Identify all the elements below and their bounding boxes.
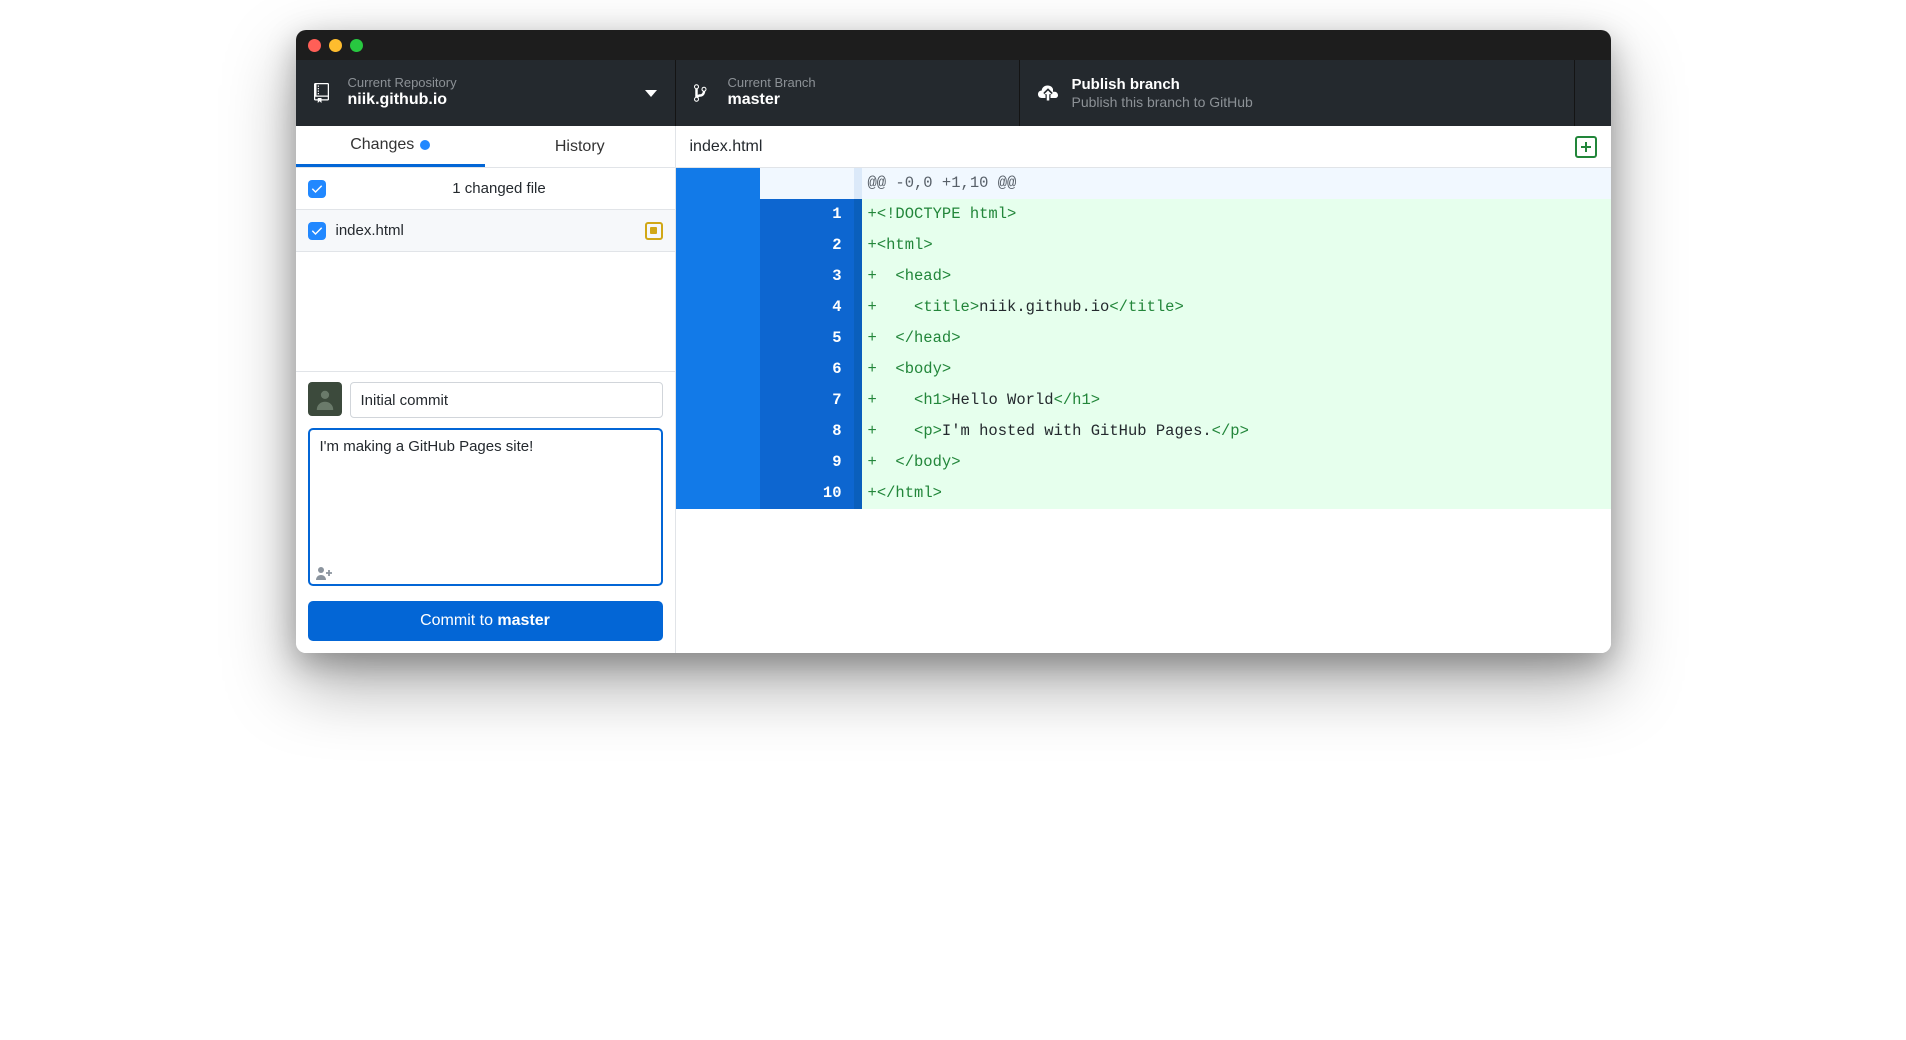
diff-line[interactable]: 4 + <title>niik.github.io</title> [676, 292, 1611, 323]
publish-subtitle: Publish this branch to GitHub [1072, 94, 1253, 111]
line-number: 9 [760, 447, 854, 478]
commit-button-prefix: Commit to [420, 612, 497, 629]
code-content: +</html> [862, 478, 1611, 509]
diff-body: @@ -0,0 +1,10 @@ 1 +<!DOCTYPE html> 2 +<htm… [676, 168, 1611, 509]
commit-panel: I'm making a GitHub Pages site! Commit t… [296, 371, 675, 653]
tab-changes[interactable]: Changes [296, 126, 486, 167]
diff-line[interactable]: 1 +<!DOCTYPE html> [676, 199, 1611, 230]
toolbar-end [1575, 60, 1611, 126]
publish-title: Publish branch [1072, 75, 1253, 95]
diff-hunk-header: @@ -0,0 +1,10 @@ [676, 168, 1611, 199]
file-checkbox[interactable] [308, 222, 326, 240]
sidebar: Changes History 1 changed file index.htm… [296, 126, 676, 653]
close-window-button[interactable] [308, 39, 321, 52]
line-number: 2 [760, 230, 854, 261]
commit-button[interactable]: Commit to master [308, 601, 663, 641]
diff-line[interactable]: 8 + <p>I'm hosted with GitHub Pages.</p> [676, 416, 1611, 447]
file-row[interactable]: index.html [296, 210, 675, 252]
code-content: +<!DOCTYPE html> [862, 199, 1611, 230]
repository-name: niik.github.io [348, 90, 457, 111]
commit-button-branch: master [497, 612, 549, 629]
code-content: +<html> [862, 230, 1611, 261]
diff-view: index.html @@ -0,0 +1,10 @@ 1 +<!DOCTYPE … [676, 126, 1611, 653]
line-number: 7 [760, 385, 854, 416]
diff-line[interactable]: 9 + </body> [676, 447, 1611, 478]
chevron-down-icon [645, 90, 657, 97]
changed-files-count: 1 changed file [336, 180, 663, 197]
branch-name: master [728, 90, 816, 111]
repository-icon [314, 83, 334, 103]
diff-filename: index.html [690, 138, 763, 156]
diff-line[interactable]: 5 + </head> [676, 323, 1611, 354]
diff-header: index.html [676, 126, 1611, 168]
select-all-checkbox[interactable] [308, 180, 326, 198]
check-icon [311, 225, 323, 237]
branch-label: Current Branch [728, 75, 816, 91]
code-content: + <title>niik.github.io</title> [862, 292, 1611, 323]
publish-branch-button[interactable]: Publish branch Publish this branch to Gi… [1020, 60, 1575, 126]
sidebar-tabs: Changes History [296, 126, 675, 168]
code-content: + <body> [862, 354, 1611, 385]
commit-description-input[interactable]: I'm making a GitHub Pages site! [308, 428, 663, 586]
line-number: 8 [760, 416, 854, 447]
code-content: + <head> [862, 261, 1611, 292]
code-content: + <h1>Hello World</h1> [862, 385, 1611, 416]
zoom-window-button[interactable] [350, 39, 363, 52]
minimize-window-button[interactable] [329, 39, 342, 52]
diff-line[interactable]: 7 + <h1>Hello World</h1> [676, 385, 1611, 416]
repository-label: Current Repository [348, 75, 457, 91]
code-content: + </body> [862, 447, 1611, 478]
cloud-upload-icon [1038, 83, 1058, 103]
line-number: 1 [760, 199, 854, 230]
tab-changes-label: Changes [350, 136, 414, 154]
line-number: 5 [760, 323, 854, 354]
diff-line[interactable]: 3 + <head> [676, 261, 1611, 292]
app-window: Current Repository niik.github.io Curren… [296, 30, 1611, 653]
titlebar [296, 30, 1611, 60]
commit-summary-input[interactable] [350, 382, 663, 418]
plus-icon [1580, 141, 1592, 153]
repository-selector[interactable]: Current Repository niik.github.io [296, 60, 676, 126]
line-number: 10 [760, 478, 854, 509]
tab-history[interactable]: History [485, 126, 675, 167]
add-coauthor-icon[interactable] [316, 566, 334, 585]
diff-line[interactable]: 2 +<html> [676, 230, 1611, 261]
changed-files-header: 1 changed file [296, 168, 675, 210]
diff-line[interactable]: 10 +</html> [676, 478, 1611, 509]
tab-history-label: History [555, 138, 605, 156]
line-number: 3 [760, 261, 854, 292]
file-status-modified-icon [645, 222, 663, 240]
file-name: index.html [336, 222, 635, 239]
line-number: 6 [760, 354, 854, 385]
code-content: + </head> [862, 323, 1611, 354]
main-body: Changes History 1 changed file index.htm… [296, 126, 1611, 653]
branch-selector[interactable]: Current Branch master [676, 60, 1020, 126]
user-avatar[interactable] [308, 382, 342, 416]
git-branch-icon [694, 83, 714, 103]
changes-indicator-dot [420, 140, 430, 150]
diff-line[interactable]: 6 + <body> [676, 354, 1611, 385]
check-icon [311, 183, 323, 195]
code-content: + <p>I'm hosted with GitHub Pages.</p> [862, 416, 1611, 447]
line-number: 4 [760, 292, 854, 323]
hunk-header-text: @@ -0,0 +1,10 @@ [862, 168, 1611, 199]
expand-diff-button[interactable] [1575, 136, 1597, 158]
toolbar: Current Repository niik.github.io Curren… [296, 60, 1611, 126]
